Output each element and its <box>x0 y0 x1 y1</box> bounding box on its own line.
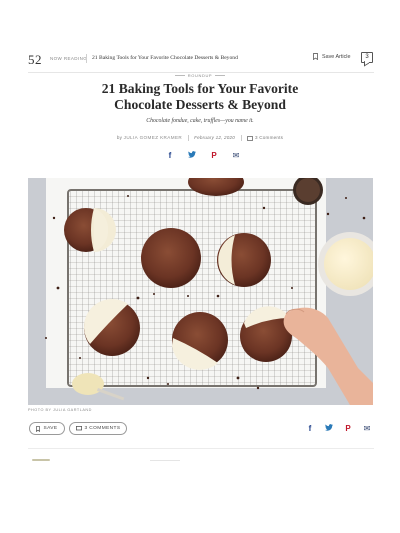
pinterest-icon[interactable]: P <box>343 424 353 434</box>
save-article-button[interactable]: Save Article <box>313 53 350 60</box>
divider <box>240 135 242 141</box>
save-button[interactable]: SAVE <box>29 422 65 435</box>
byline-prefix: by <box>116 135 123 141</box>
article-dek: Chocolate fondue, cake, truffles—you nam… <box>146 118 254 124</box>
site-logo[interactable]: 52 <box>28 52 42 68</box>
comments-link[interactable]: 3 Comments <box>255 135 283 140</box>
next-section-peek <box>32 459 50 461</box>
article-title: 21 Baking Tools for Your Favorite Chocol… <box>40 81 360 112</box>
divider <box>86 54 87 63</box>
article-kicker[interactable]: ROUNDUP <box>0 73 400 78</box>
byline: by JULIA GOMEZ KRAMER February 12, 2020 … <box>0 135 400 141</box>
divider <box>187 135 189 141</box>
save-label: SAVE <box>43 426 58 431</box>
comment-count-icon[interactable]: 3 <box>361 52 373 63</box>
share-row-top: f P ✉ <box>165 151 241 161</box>
bookmark-icon <box>313 53 318 60</box>
comment-count: 3 <box>365 54 369 60</box>
save-article-label: Save Article <box>322 53 351 60</box>
now-reading-title[interactable]: 21 Baking Tools for Your Favorite Chocol… <box>92 55 238 61</box>
section-divider <box>28 448 374 449</box>
facebook-icon[interactable]: f <box>305 424 315 434</box>
twitter-icon[interactable] <box>324 424 334 434</box>
email-icon[interactable]: ✉ <box>231 151 241 161</box>
hero-image <box>28 178 373 405</box>
photo-credit: PHOTO BY JULIA GARTLAND <box>28 408 92 412</box>
sticky-header: 52 NOW READING 21 Baking Tools for Your … <box>0 44 400 74</box>
now-reading-label: NOW READING <box>50 56 88 61</box>
comments-button[interactable]: 3 COMMENTS <box>69 422 127 435</box>
twitter-icon[interactable] <box>187 151 197 161</box>
share-row-bottom: f P ✉ <box>305 424 372 434</box>
author-link[interactable]: JULIA GOMEZ KRAMER <box>124 135 183 140</box>
facebook-icon[interactable]: f <box>165 151 175 161</box>
comments-label: 3 COMMENTS <box>84 426 121 431</box>
article-title-line-1: 21 Baking Tools for Your Favorite <box>101 81 299 96</box>
article-title-line-2: Chocolate Desserts & Beyond <box>114 96 286 112</box>
pinterest-icon[interactable]: P <box>209 151 219 161</box>
comment-icon <box>75 426 82 431</box>
comment-icon <box>247 135 254 141</box>
bookmark-icon <box>36 425 41 432</box>
next-section-peek <box>150 460 180 461</box>
publish-date: February 12, 2020 <box>194 135 236 141</box>
email-icon[interactable]: ✉ <box>362 424 372 434</box>
